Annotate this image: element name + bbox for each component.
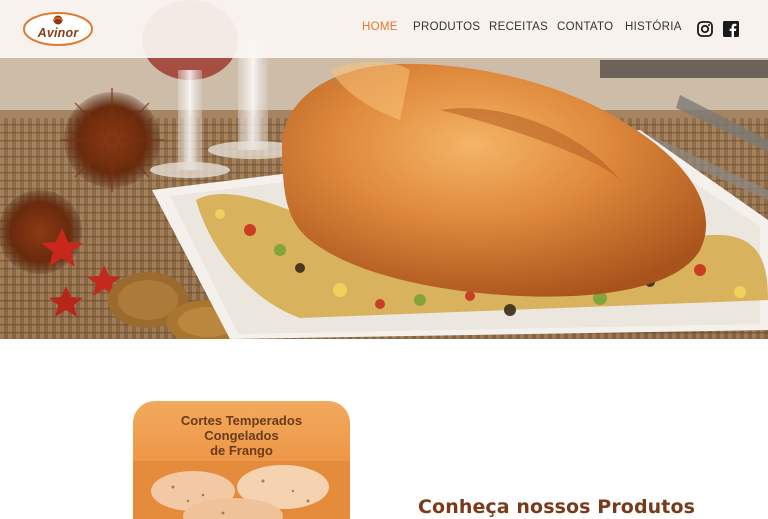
nav-item-contato[interactable]: CONTATO [557, 21, 613, 33]
nav-item-receitas[interactable]: RECEITAS [489, 21, 548, 33]
nav-item-home[interactable]: HOME [362, 21, 398, 33]
site-header: Avinor HOME PRODUTOS RECEITAS CONTATO HI… [0, 0, 768, 58]
nav-item-produtos[interactable]: PRODUTOS [413, 21, 480, 33]
product-title: Cortes Temperados Congelados de Frango [180, 413, 303, 458]
nav-item-historia[interactable]: HISTÓRIA [625, 21, 682, 33]
chicken-cuts-image [133, 461, 350, 519]
facebook-icon[interactable] [723, 21, 739, 37]
instagram-icon[interactable] [697, 21, 713, 37]
section-title: Conheça nossos Produtos [418, 496, 696, 518]
logo-text: Avinor [37, 26, 79, 40]
product-package-image[interactable]: Cortes Temperados Congelados de Frango [133, 401, 350, 519]
avinor-logo[interactable]: Avinor [22, 11, 94, 47]
